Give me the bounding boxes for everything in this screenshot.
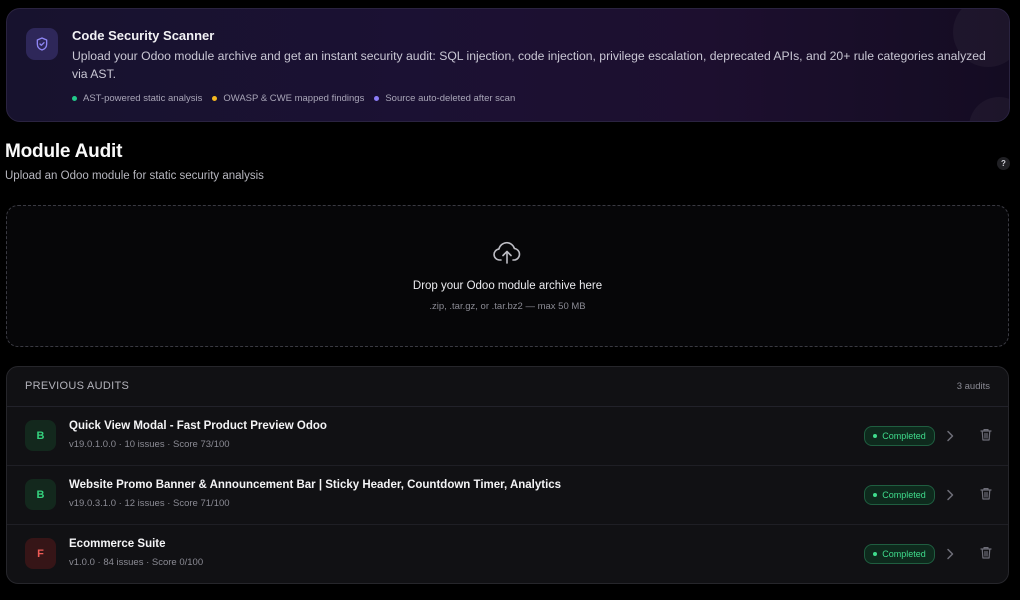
grade-badge: B bbox=[25, 420, 56, 451]
status-label: Completed bbox=[882, 490, 926, 500]
audits-header: PREVIOUS AUDITS 3 audits bbox=[7, 367, 1008, 407]
help-button[interactable]: ? bbox=[997, 157, 1010, 170]
feature-item: OWASP & CWE mapped findings bbox=[212, 93, 364, 104]
banner-description: Upload your Odoo module archive and get … bbox=[72, 49, 986, 81]
upload-dropzone[interactable] bbox=[6, 205, 1009, 347]
feature-item: Source auto-deleted after scan bbox=[374, 93, 515, 104]
previous-audits-panel: PREVIOUS AUDITS 3 audits B Quick View Mo… bbox=[6, 366, 1009, 584]
feature-label: Source auto-deleted after scan bbox=[385, 93, 516, 104]
feature-dot-icon bbox=[72, 96, 77, 101]
trash-icon[interactable] bbox=[980, 428, 992, 446]
status-badge: Completed bbox=[864, 544, 935, 564]
audit-row[interactable]: B Website Promo Banner & Announcement Ba… bbox=[7, 466, 1008, 525]
chevron-right-icon[interactable] bbox=[946, 488, 954, 506]
trash-icon[interactable] bbox=[980, 487, 992, 505]
status-label: Completed bbox=[882, 549, 926, 559]
audit-meta: v1.0.0 · 84 issues · Score 0/100 bbox=[69, 557, 204, 568]
scanner-info-banner: Code Security Scanner Upload your Odoo m… bbox=[6, 8, 1010, 122]
dropzone-hint: .zip, .tar.gz, or .tar.bz2 — max 50 MB bbox=[429, 301, 586, 312]
feature-item: AST-powered static analysis bbox=[72, 93, 202, 104]
status-label: Completed bbox=[882, 431, 926, 441]
audit-module-name[interactable]: Ecommerce Suite bbox=[69, 538, 166, 550]
page-title: Module Audit bbox=[5, 141, 123, 162]
status-dot-icon bbox=[873, 493, 878, 497]
status-dot-icon bbox=[873, 552, 878, 556]
feature-label: OWASP & CWE mapped findings bbox=[223, 93, 365, 104]
trash-icon[interactable] bbox=[980, 546, 992, 564]
audit-meta: v19.0.3.1.0 · 12 issues · Score 71/100 bbox=[69, 498, 230, 509]
feature-list: AST-powered static analysis OWASP & CWE … bbox=[72, 93, 515, 104]
grade-badge: B bbox=[25, 479, 56, 510]
banner-title: Code Security Scanner bbox=[72, 28, 215, 43]
audit-row[interactable]: B Quick View Modal - Fast Product Previe… bbox=[7, 407, 1008, 466]
page-subtitle: Upload an Odoo module for static securit… bbox=[5, 170, 264, 182]
grade-badge: F bbox=[25, 538, 56, 569]
chevron-right-icon[interactable] bbox=[946, 547, 954, 565]
feature-dot-icon bbox=[374, 96, 380, 101]
feature-dot-icon bbox=[212, 96, 218, 101]
status-badge: Completed bbox=[864, 426, 935, 446]
status-dot-icon bbox=[873, 434, 878, 438]
cloud-upload-icon bbox=[492, 240, 522, 271]
shield-check-icon bbox=[26, 28, 58, 60]
dropzone-title: Drop your Odoo module archive here bbox=[412, 280, 603, 292]
status-badge: Completed bbox=[864, 485, 935, 505]
audit-module-name[interactable]: Website Promo Banner & Announcement Bar … bbox=[69, 479, 561, 491]
decorative-circle bbox=[969, 97, 1009, 121]
audits-title: PREVIOUS AUDITS bbox=[25, 380, 130, 392]
feature-label: AST-powered static analysis bbox=[83, 93, 203, 104]
chevron-right-icon[interactable] bbox=[946, 429, 954, 447]
audit-row[interactable]: F Ecommerce Suite v1.0.0 · 84 issues · S… bbox=[7, 525, 1008, 583]
audits-count: 3 audits bbox=[956, 381, 990, 392]
audit-meta: v19.0.1.0.0 · 10 issues · Score 73/100 bbox=[69, 439, 230, 450]
audit-module-name[interactable]: Quick View Modal - Fast Product Preview … bbox=[69, 420, 327, 432]
